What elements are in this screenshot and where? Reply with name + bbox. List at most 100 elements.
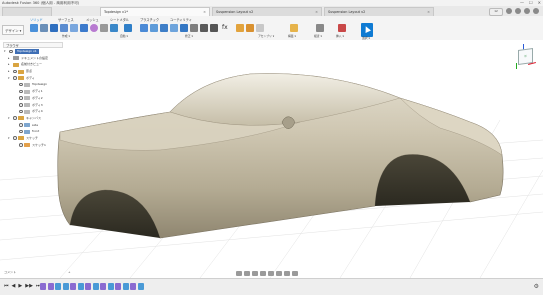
automate-group-label[interactable]: 自動 ▾ (120, 34, 128, 38)
insert-image-icon[interactable] (338, 24, 346, 32)
timeline-feature-marker[interactable] (40, 283, 46, 290)
grid-settings-icon[interactable] (284, 271, 290, 276)
document-tab[interactable]: Topdesign v1* × (100, 7, 210, 16)
browser-item-named-views[interactable]: ▸ 名前付きビュー (3, 61, 63, 68)
offset-plane-icon[interactable] (290, 24, 298, 32)
fit-icon[interactable] (268, 271, 274, 276)
assemble-group-label[interactable]: アセンブリ ▾ (258, 34, 274, 38)
browser-item-body[interactable]: ボディ2 (3, 95, 63, 102)
browser-item-canvas[interactable]: front (3, 128, 63, 135)
press-pull-icon[interactable] (140, 24, 148, 32)
construct-group-label[interactable]: 構築 ▾ (288, 34, 296, 38)
align-icon[interactable] (210, 24, 218, 32)
timeline-feature-marker[interactable] (92, 283, 99, 290)
expand-icon[interactable]: ▸ (8, 55, 10, 62)
browser-item-body[interactable]: ボディ3 (3, 102, 63, 109)
automate-icon[interactable] (124, 24, 132, 32)
browser-item-origin[interactable]: ▸ 原点 (3, 68, 63, 75)
visibility-icon[interactable] (19, 143, 23, 147)
tab-surface[interactable]: サーフェス (58, 17, 74, 22)
browser-item-body[interactable]: Topdesign (3, 81, 63, 88)
parameters-icon[interactable]: fx (222, 24, 230, 32)
look-at-icon[interactable] (244, 271, 250, 276)
orbit-icon[interactable] (236, 271, 242, 276)
go-to-start-button[interactable]: ⏮ (4, 283, 9, 289)
timeline-feature-marker[interactable] (85, 283, 91, 290)
collapse-icon[interactable]: ▾ (8, 135, 10, 142)
canvas-viewport[interactable]: ブラウザ ▾ Topdesign v1 ▸ ドキュメントの設定 ▸ 名前付きビュ… (0, 40, 543, 278)
help-icon[interactable] (524, 8, 530, 14)
visibility-icon[interactable] (19, 89, 23, 94)
browser-item-sketch[interactable]: スケッチ1 (3, 142, 63, 149)
new-joint-icon[interactable] (236, 24, 244, 32)
tab-sheet-metal[interactable]: シートメタル (110, 17, 129, 22)
modify-group-label[interactable]: 修正 ▾ (185, 34, 193, 38)
timeline-feature-marker[interactable] (130, 283, 136, 290)
as-built-joint-icon[interactable] (246, 24, 254, 32)
timeline-feature-marker[interactable] (62, 283, 69, 290)
extrude-icon[interactable] (50, 24, 58, 32)
timeline-feature-marker[interactable] (107, 283, 114, 290)
browser-item-document-settings[interactable]: ▸ ドキュメントの設定 (3, 55, 63, 62)
browser-item-sketches[interactable]: ▾ スケッチ (3, 135, 63, 142)
tab-close-icon[interactable]: × (427, 8, 430, 16)
visibility-icon[interactable] (19, 103, 23, 107)
visibility-icon[interactable] (13, 116, 17, 120)
pan-icon[interactable] (252, 271, 258, 276)
shell-icon[interactable] (170, 24, 178, 32)
collapse-icon[interactable]: ▾ (4, 48, 6, 55)
create-sketch-icon[interactable] (40, 24, 48, 32)
insert-group-label[interactable]: 挿入 ▾ (336, 34, 344, 38)
browser-item-canvas[interactable]: side (3, 122, 63, 129)
visibility-icon[interactable] (13, 69, 17, 74)
job-status-icon[interactable] (506, 8, 512, 14)
viewports-icon[interactable] (292, 271, 298, 276)
measure-icon[interactable] (316, 24, 324, 32)
fillet-icon[interactable] (150, 24, 158, 32)
timeline-feature-marker[interactable] (55, 283, 61, 290)
tab-plastic[interactable]: プラスチック (140, 17, 159, 22)
display-settings-icon[interactable] (276, 271, 282, 276)
browser-item-body[interactable]: ボディ1 (3, 88, 63, 95)
chamfer-icon[interactable] (160, 24, 168, 32)
gear-icon[interactable]: ⚙ (534, 283, 539, 290)
step-forward-button[interactable]: ▶▶ (25, 283, 33, 289)
create-group-label[interactable]: 作成 ▾ (62, 34, 70, 38)
timeline-feature-marker[interactable] (115, 283, 121, 290)
form-icon[interactable] (90, 24, 98, 32)
joint-origin-icon[interactable] (256, 24, 264, 32)
revolve-icon[interactable] (60, 24, 68, 32)
workspace-switcher[interactable]: デザイン ▾ (2, 25, 24, 35)
hole-icon[interactable] (70, 24, 78, 32)
play-button[interactable]: ▶ (18, 283, 22, 289)
timeline-feature-marker[interactable] (100, 283, 106, 290)
timeline-feature-marker[interactable] (137, 283, 144, 290)
visibility-icon[interactable] (9, 49, 13, 53)
zoom-icon[interactable] (260, 271, 266, 276)
expand-icon[interactable]: ▸ (8, 68, 10, 75)
online-status-badge[interactable]: 12 (489, 8, 503, 16)
timeline-feature-marker[interactable] (122, 283, 129, 290)
tab-mesh[interactable]: メッシュ (86, 17, 99, 22)
scale-icon[interactable] (190, 24, 198, 32)
tab-utility[interactable]: ユーティリティ (170, 17, 192, 22)
visibility-icon[interactable] (19, 82, 23, 87)
visibility-icon[interactable] (13, 136, 17, 140)
inspect-group-label[interactable]: 検査 ▾ (314, 34, 322, 38)
tab-close-icon[interactable]: × (203, 8, 206, 16)
select-icon[interactable] (361, 23, 373, 37)
timeline-feature-marker[interactable] (77, 283, 84, 290)
tab-close-icon[interactable]: × (315, 8, 318, 16)
viewcube[interactable]: 前 (513, 44, 537, 70)
visibility-icon[interactable] (19, 96, 23, 100)
timeline-feature-marker[interactable] (70, 283, 76, 290)
visibility-icon[interactable] (19, 123, 23, 127)
app-menu-area[interactable] (2, 7, 52, 16)
move-copy-icon[interactable] (200, 24, 208, 32)
visibility-icon[interactable] (19, 129, 23, 134)
document-tab[interactable]: Suspension Layout v2 × (212, 7, 322, 16)
move-icon[interactable] (100, 24, 108, 32)
visibility-icon[interactable] (13, 76, 17, 80)
browser-item-body[interactable]: ボディ4 (3, 108, 63, 115)
loft-icon[interactable] (110, 24, 118, 32)
